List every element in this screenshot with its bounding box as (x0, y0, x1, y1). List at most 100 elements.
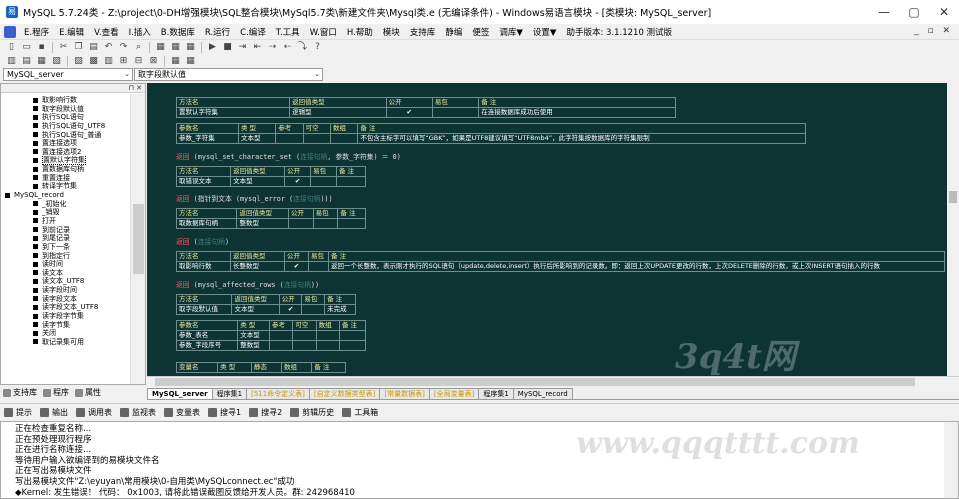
tree-item[interactable]: 读字段时间 (1, 286, 129, 295)
tree-item[interactable]: 读文本 (1, 269, 129, 278)
tab-toolbox[interactable]: 工具箱 (342, 407, 378, 418)
editor-hscroll-thumb[interactable] (155, 378, 915, 386)
tree-scroll-thumb[interactable] (133, 204, 144, 274)
format-icon-4[interactable]: ▧ (51, 56, 62, 67)
format-icon-1[interactable]: ▥ (6, 56, 17, 67)
undo-icon[interactable]: ↶ (103, 42, 114, 53)
tab-search1[interactable]: 搜寻1 (208, 407, 241, 418)
view-icon-3[interactable]: ▦ (185, 42, 196, 53)
class-selector[interactable]: MySQL_server ⌄ (3, 68, 133, 81)
tab-search2[interactable]: 搜寻2 (249, 407, 282, 418)
format-icon-5[interactable]: ▨ (73, 56, 84, 67)
tree-item[interactable]: 转译字节集 (1, 182, 129, 191)
code-line-4[interactable]: 返回 (mysql_affected_rows (连接句柄)) (176, 279, 319, 289)
menu-compile[interactable]: C.编译 (235, 26, 271, 38)
tree-item[interactable]: 关闭 (1, 329, 129, 338)
menu-insert[interactable]: I.插入 (124, 26, 156, 38)
code-line-3[interactable]: 返回 (连接句柄) (176, 236, 229, 246)
code-line-2[interactable]: 返回 (指针到文本 (mysql_error (连接句柄))) (176, 193, 333, 203)
paste-icon[interactable]: ▤ (88, 42, 99, 53)
tree-item[interactable]: 读字段文本 (1, 295, 129, 304)
output-scrollbar[interactable] (944, 422, 958, 498)
editor-hscrollbar[interactable] (147, 376, 959, 386)
save-icon[interactable]: ▪ (36, 42, 47, 53)
format-icon-9[interactable]: ⊟ (133, 56, 144, 67)
format-icon-10[interactable]: ⊠ (148, 56, 159, 67)
tree-item[interactable]: MySQL_record (1, 191, 129, 200)
menu-settings[interactable]: 设置▼ (528, 26, 562, 38)
step-icon-1[interactable]: ⇥ (237, 42, 248, 53)
panel-controls[interactable]: ⊓ ✕ (128, 84, 142, 92)
tree-item[interactable]: 读字段文本_UTF8 (1, 303, 129, 312)
menu-notes[interactable]: 便签 (467, 26, 494, 38)
tree-item[interactable]: 读时间 (1, 260, 129, 269)
stop-icon[interactable]: ■ (222, 42, 233, 53)
doc-tab[interactable]: [自定义数据类型表] (308, 388, 381, 399)
tree-scrollbar[interactable] (130, 94, 145, 384)
format-icon-8[interactable]: ⊞ (118, 56, 129, 67)
doc-tab[interactable]: [常量数据表] (379, 388, 430, 399)
open-file-icon[interactable]: ▭ (21, 42, 32, 53)
format-icon-6[interactable]: ▩ (88, 56, 99, 67)
tab-call-stack[interactable]: 调用表 (76, 407, 112, 418)
tree-item[interactable]: 读字节集 (1, 321, 129, 330)
menu-assistant-version[interactable]: 助手版本: 3.1.1210 测试版 (561, 26, 677, 38)
view-icon-2[interactable]: ▦ (170, 42, 181, 53)
menu-program[interactable]: E.程序 (19, 26, 54, 38)
doc-tab[interactable]: 程序集1 (478, 388, 514, 399)
menu-edit[interactable]: E.编辑 (54, 26, 89, 38)
menu-support-lib[interactable]: 支持库 (405, 26, 441, 38)
step-icon-2[interactable]: ⇤ (252, 42, 263, 53)
tree-item[interactable]: 读字段字节集 (1, 312, 129, 321)
doc-tab[interactable]: [全局变量表] (428, 388, 480, 399)
tree-item[interactable]: 置连接选项2 (1, 148, 129, 157)
app-menu-icon[interactable] (4, 25, 16, 38)
copy-icon[interactable]: ❐ (73, 42, 84, 53)
step-icon-3[interactable]: ⇢ (267, 42, 278, 53)
doc-tab[interactable]: MySQL_record (512, 388, 573, 399)
tab-watch[interactable]: 监视表 (120, 407, 156, 418)
doc-tab[interactable]: [511命令定义表] (246, 388, 310, 399)
tree-item[interactable]: 到尾记录 (1, 234, 129, 243)
editor-vscrollbar[interactable] (947, 83, 959, 376)
tree-item[interactable]: 取记录集可用 (1, 338, 129, 347)
tab-support-lib[interactable]: 支持库 (0, 387, 40, 398)
method-selector[interactable]: 取字段默认值 ⌄ (134, 68, 323, 81)
cut-icon[interactable]: ✂ (58, 42, 69, 53)
tree-item[interactable]: 执行SQL语句_UTF8 (1, 122, 129, 131)
menu-tools[interactable]: T.工具 (271, 26, 305, 38)
tree-item[interactable]: 置默认字符集 (1, 156, 129, 166)
tree-item[interactable]: 执行SQL语句 (1, 113, 129, 122)
maximize-button[interactable]: ▢ (899, 0, 929, 24)
code-editor[interactable]: 方法名 返回值类型 公开 易包备 注 置默认字符集 逻辑型 ✔ 在连接数据库成功后使用 参数… (147, 83, 959, 376)
view-icon-1[interactable]: ▦ (155, 42, 166, 53)
tab-clipboard-history[interactable]: 剪辑历史 (290, 407, 334, 418)
find-icon[interactable]: ⌕ (133, 42, 144, 53)
minimize-button[interactable]: — (869, 0, 899, 24)
menu-static-compile[interactable]: 静编 (440, 26, 467, 38)
menu-window[interactable]: W.窗口 (305, 26, 342, 38)
close-button[interactable]: ✕ (929, 0, 959, 24)
menu-call-lib[interactable]: 调库▼ (494, 26, 528, 38)
run-icon[interactable]: ▶ (207, 42, 218, 53)
redo-icon[interactable]: ↷ (118, 42, 129, 53)
tree-item[interactable]: 执行SQL语句_普通 (1, 131, 129, 140)
tree-item[interactable]: 打开 (1, 217, 129, 226)
tree-item[interactable]: 读文本_UTF8 (1, 277, 129, 286)
tree-item[interactable]: 取字段默认值 (1, 105, 129, 114)
method-name[interactable]: 置默认字符集 (175, 107, 291, 118)
mdi-window-controls[interactable]: _ ▫ ✕ (914, 26, 953, 36)
menu-run[interactable]: R.运行 (200, 26, 235, 38)
code-line-1[interactable]: 返回 (mysql_set_character_set (连接句柄, 参数_字符… (176, 151, 401, 161)
editor-scroll-thumb[interactable] (949, 191, 957, 203)
tree-item[interactable]: 到下一条 (1, 243, 129, 252)
tree-item[interactable]: _销毁 (1, 208, 129, 217)
menu-view[interactable]: V.查看 (89, 26, 123, 38)
format-icon-2[interactable]: ▤ (21, 56, 32, 67)
tree-item[interactable]: 置数据库句柄 (1, 165, 129, 174)
tree-item[interactable]: 到指定行 (1, 252, 129, 261)
tab-properties[interactable]: 属性 (72, 387, 104, 398)
output-panel[interactable]: 正在检查重复名称... 正在预处理现行程序 正在进行名称连接... 等待用户输入欲编译… (0, 421, 959, 499)
tree-item[interactable]: _初始化 (1, 200, 129, 209)
format-icon-3[interactable]: ▦ (36, 56, 47, 67)
